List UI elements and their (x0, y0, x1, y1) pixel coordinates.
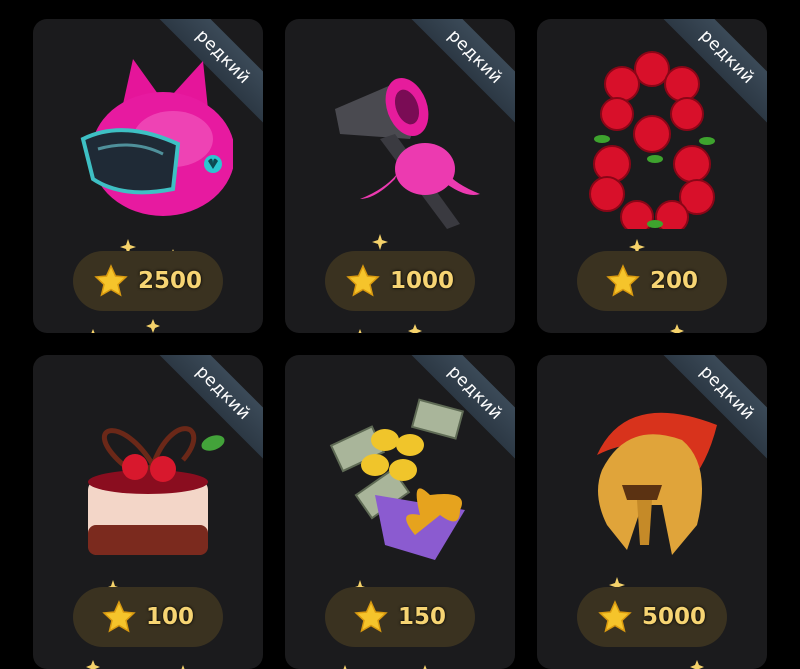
price-value: 5000 (641, 604, 706, 630)
star-icon (94, 264, 128, 297)
price-value: 150 (397, 604, 446, 630)
gift-card-roses[interactable]: редкий 200 (537, 19, 767, 333)
price-value: 200 (649, 268, 698, 294)
pink-cat-helmet-icon (80, 59, 233, 216)
gift-card-bouquet[interactable]: редкий 150 (285, 355, 515, 669)
gift-card-helmet[interactable]: редкий 2500 (33, 19, 263, 333)
hair-dryer-icon (335, 77, 480, 229)
price-value: 100 (145, 604, 194, 630)
price-pill: 5000 (577, 587, 727, 647)
price-value: 1000 (389, 268, 454, 294)
price-pill: 2500 (73, 251, 223, 311)
money-bouquet-icon (329, 398, 465, 560)
gift-card-cake[interactable]: редкий 100 (33, 355, 263, 669)
star-icon (606, 264, 640, 297)
price-pill: 150 (325, 587, 475, 647)
price-value: 2500 (137, 268, 202, 294)
price-pill: 200 (577, 251, 727, 311)
star-icon (346, 264, 380, 297)
price-pill: 100 (73, 587, 223, 647)
star-icon (102, 600, 136, 633)
rose-eight-icon (589, 51, 715, 229)
price-pill: 1000 (325, 251, 475, 311)
star-icon (598, 600, 632, 633)
heart-cake-icon (88, 426, 225, 555)
gift-card-hair-dryer[interactable]: редкий 1000 (285, 19, 515, 333)
gift-card-spartan-helmet[interactable]: редкий 5000 (537, 355, 767, 669)
star-icon (354, 600, 388, 633)
spartan-helmet-icon (597, 412, 717, 555)
